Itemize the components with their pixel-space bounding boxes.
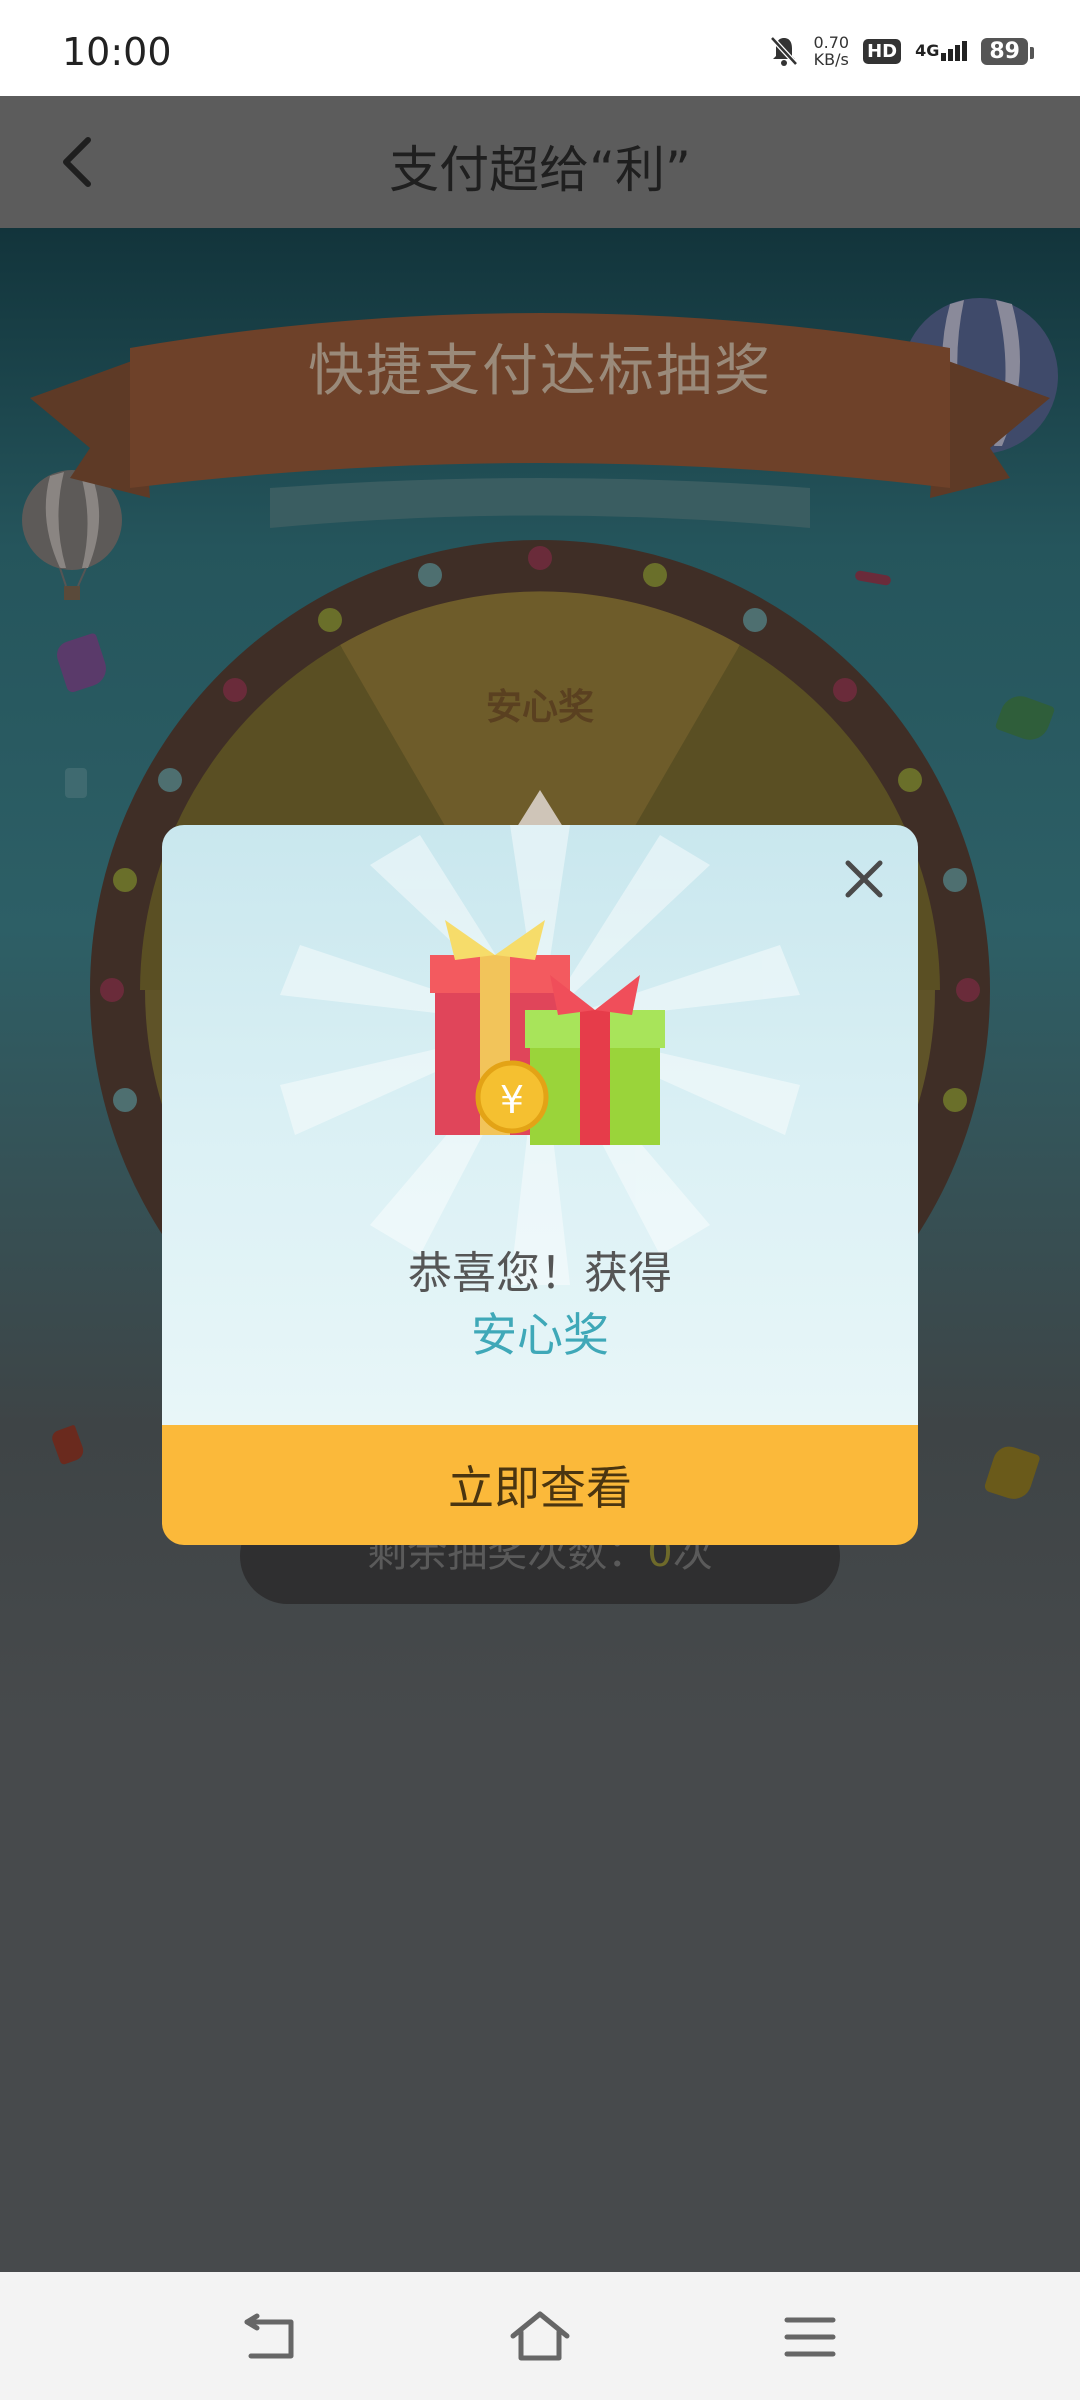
gift-boxes-icon: ¥ — [430, 920, 665, 1145]
page-title: 支付超给“利” — [389, 141, 691, 199]
net-speed-value: 0.70 — [813, 33, 850, 52]
home-icon[interactable] — [505, 2302, 575, 2372]
confetti — [49, 1424, 87, 1466]
hd-icon: HD — [863, 38, 902, 64]
prize-name: 安心奖 — [471, 1308, 609, 1362]
status-bar: 10:00 0.70 KB/s HD 4G 89 — [0, 0, 1080, 96]
signal-icon: 4G — [915, 41, 968, 61]
svg-text:¥: ¥ — [500, 1078, 524, 1122]
menu-icon[interactable] — [775, 2302, 845, 2372]
back-nav-icon[interactable] — [235, 2302, 305, 2372]
dialog-body: ¥ 恭喜您！获得 安心奖 — [162, 825, 918, 1425]
prize-dialog: ¥ 恭喜您！获得 安心奖 立即查看 — [162, 825, 918, 1545]
congrats-text: 恭喜您！获得 — [408, 1248, 672, 1299]
battery-icon: 89 — [981, 37, 1034, 65]
confetti — [983, 1442, 1041, 1504]
net-speed-unit: KB/s — [813, 50, 849, 69]
wheel-prize-label: 安心奖 — [485, 687, 594, 728]
network-type: 4G — [915, 41, 940, 60]
navigation-bar — [0, 2272, 1080, 2400]
bell-muted-icon — [770, 36, 799, 66]
close-icon[interactable] — [838, 853, 890, 905]
net-speed: 0.70 KB/s — [813, 34, 849, 68]
status-time: 10:00 — [62, 30, 172, 74]
banner-title: 快捷支付达标抽奖 — [308, 339, 772, 404]
status-icons: 0.70 KB/s HD 4G 89 — [769, 34, 1034, 68]
view-now-button[interactable]: 立即查看 — [162, 1425, 918, 1545]
confetti — [65, 768, 87, 798]
title-bar: 支付超给“利” — [0, 96, 1080, 228]
